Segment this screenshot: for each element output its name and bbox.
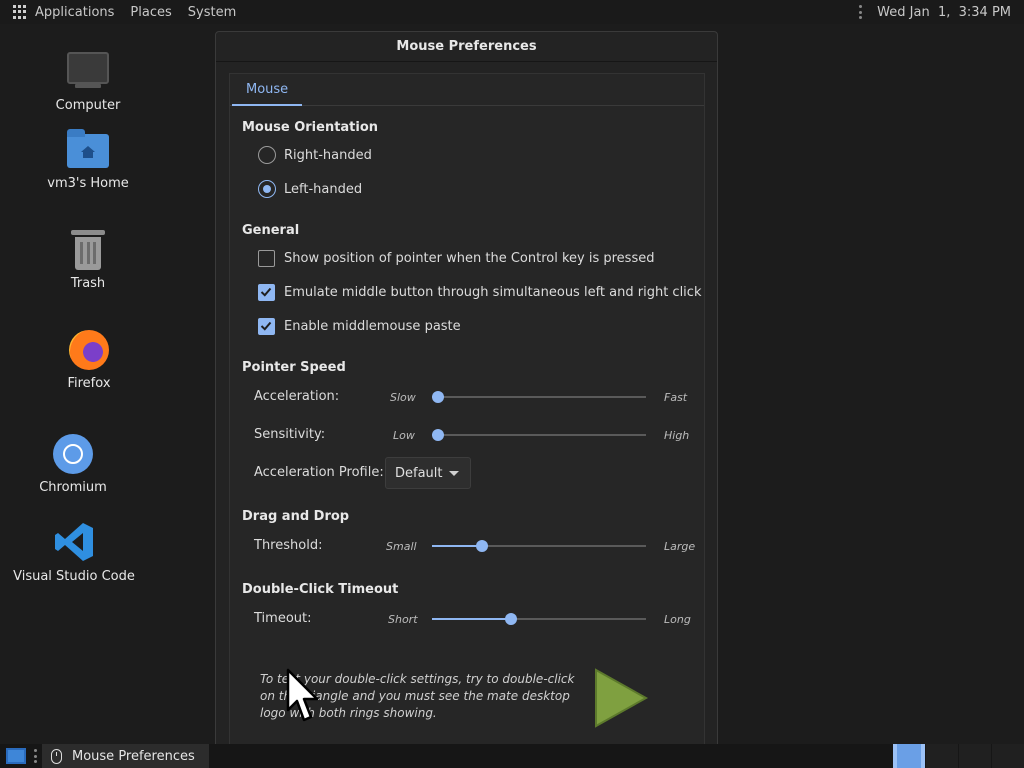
- desktop-icon-label: Firefox: [67, 376, 111, 391]
- apps-grid-icon[interactable]: [13, 5, 27, 19]
- workspace-4[interactable]: [992, 744, 1024, 768]
- checkbox-emulate-middle[interactable]: Emulate middle button through simultaneo…: [258, 282, 701, 302]
- desktop-icon-chromium[interactable]: Chromium: [8, 434, 138, 495]
- checkbox-indicator[interactable]: [258, 317, 275, 335]
- desktop-icon-label: Visual Studio Code: [13, 569, 135, 584]
- sensitivity-label: Sensitivity:: [254, 427, 326, 442]
- timeout-label: Timeout:: [254, 611, 312, 626]
- workspace-2[interactable]: [926, 744, 958, 768]
- radio-right-handed[interactable]: Right-handed: [258, 145, 372, 165]
- sensitivity-max-label: High: [664, 429, 690, 442]
- radio-indicator[interactable]: [258, 180, 276, 198]
- section-drag-and-drop: Drag and Drop: [242, 509, 350, 524]
- checkmark-icon: [260, 287, 272, 297]
- mouse-cursor-icon: [286, 668, 319, 722]
- checkbox-label: Enable middlemouse paste: [284, 318, 461, 334]
- acceleration-max-label: Fast: [664, 391, 688, 404]
- acceleration-profile-combo[interactable]: Default: [385, 457, 471, 489]
- section-mouse-orientation: Mouse Orientation: [242, 120, 379, 135]
- checkbox-label: Emulate middle button through simultaneo…: [284, 284, 702, 300]
- chromium-icon: [53, 434, 93, 474]
- play-triangle-icon: [595, 668, 649, 728]
- radio-label: Right-handed: [284, 147, 372, 163]
- taskbar-item-label: Mouse Preferences: [72, 748, 195, 764]
- desktop-icon-label: Computer: [55, 98, 121, 113]
- timeout-min-label: Short: [388, 613, 418, 626]
- timeout-slider[interactable]: [432, 612, 646, 626]
- threshold-slider-knob[interactable]: [476, 540, 489, 552]
- desktop-icon-trash[interactable]: Trash: [23, 230, 153, 291]
- desktop-icon-label: Trash: [70, 276, 106, 291]
- tab-strip: Mouse: [230, 74, 704, 106]
- checkmark-icon: [260, 321, 272, 331]
- section-general: General: [242, 223, 300, 238]
- menu-applications[interactable]: Applications: [35, 5, 114, 20]
- radio-indicator[interactable]: [258, 146, 276, 164]
- menu-system[interactable]: System: [188, 5, 236, 20]
- trash-icon: [71, 230, 105, 270]
- mouse-icon: [51, 748, 62, 764]
- timeout-slider-knob[interactable]: [504, 613, 517, 625]
- chevron-down-icon: [449, 471, 459, 476]
- double-click-test-triangle[interactable]: [590, 666, 650, 730]
- radio-label: Left-handed: [284, 181, 363, 197]
- acceleration-slider-knob[interactable]: [432, 391, 444, 403]
- checkbox-middle-paste[interactable]: Enable middlemouse paste: [258, 316, 461, 336]
- checkbox-label: Show position of pointer when the Contro…: [284, 250, 655, 266]
- sensitivity-min-label: Low: [393, 429, 415, 442]
- threshold-label: Threshold:: [254, 538, 323, 553]
- radio-left-handed[interactable]: Left-handed: [258, 179, 362, 199]
- bottom-panel: Mouse Preferences: [0, 744, 1024, 768]
- acceleration-min-label: Slow: [390, 391, 416, 404]
- desktop-icon-vscode[interactable]: Visual Studio Code: [9, 521, 139, 584]
- combo-value: Default: [395, 465, 443, 481]
- panel-handle-icon[interactable]: [34, 749, 38, 763]
- workspace-3[interactable]: [959, 744, 991, 768]
- menu-places[interactable]: Places: [130, 5, 171, 20]
- mouse-preferences-dialog: Mouse Preferences Mouse Mouse Orientatio…: [215, 31, 718, 753]
- desktop-icon-computer[interactable]: Computer: [23, 52, 153, 113]
- workspace-switcher: [892, 744, 1024, 768]
- tab-mouse[interactable]: Mouse: [232, 74, 303, 106]
- threshold-slider[interactable]: [432, 539, 646, 553]
- acceleration-profile-label: Acceleration Profile:: [254, 465, 384, 480]
- timeout-max-label: Long: [664, 613, 691, 626]
- computer-icon: [67, 52, 109, 88]
- firefox-icon: [69, 330, 109, 370]
- desktop-icon-firefox[interactable]: Firefox: [24, 330, 154, 391]
- section-double-click-timeout: Double-Click Timeout: [242, 582, 399, 597]
- taskbar-item-mouse-preferences[interactable]: Mouse Preferences: [42, 744, 209, 768]
- workspace-1[interactable]: [893, 744, 925, 768]
- threshold-max-label: Large: [664, 540, 696, 553]
- dialog-title[interactable]: Mouse Preferences: [216, 32, 717, 62]
- sensitivity-slider[interactable]: [432, 428, 646, 442]
- home-folder-icon: [67, 129, 109, 168]
- desktop-icon-label: Chromium: [39, 480, 107, 495]
- section-pointer-speed: Pointer Speed: [242, 360, 346, 375]
- checkbox-indicator[interactable]: [258, 283, 275, 301]
- clock[interactable]: Wed Jan 1, 3:34 PM: [877, 5, 1011, 20]
- top-panel: Applications Places System Wed Jan 1, 3:…: [0, 0, 1024, 24]
- checkbox-show-pointer[interactable]: Show position of pointer when the Contro…: [258, 248, 654, 268]
- acceleration-label: Acceleration:: [254, 389, 340, 404]
- desktop-icon-label: vm3's Home: [47, 176, 129, 191]
- acceleration-slider[interactable]: [432, 390, 646, 404]
- notebook: Mouse Mouse Orientation Right-handed Lef…: [229, 73, 705, 753]
- vscode-icon: [53, 521, 95, 563]
- threshold-min-label: Small: [386, 540, 417, 553]
- sensitivity-slider-knob[interactable]: [432, 429, 444, 441]
- desktop-icon-home[interactable]: vm3's Home: [23, 129, 153, 191]
- panel-handle-icon[interactable]: [859, 5, 863, 19]
- show-desktop-icon[interactable]: [6, 748, 26, 764]
- checkbox-indicator[interactable]: [258, 249, 275, 267]
